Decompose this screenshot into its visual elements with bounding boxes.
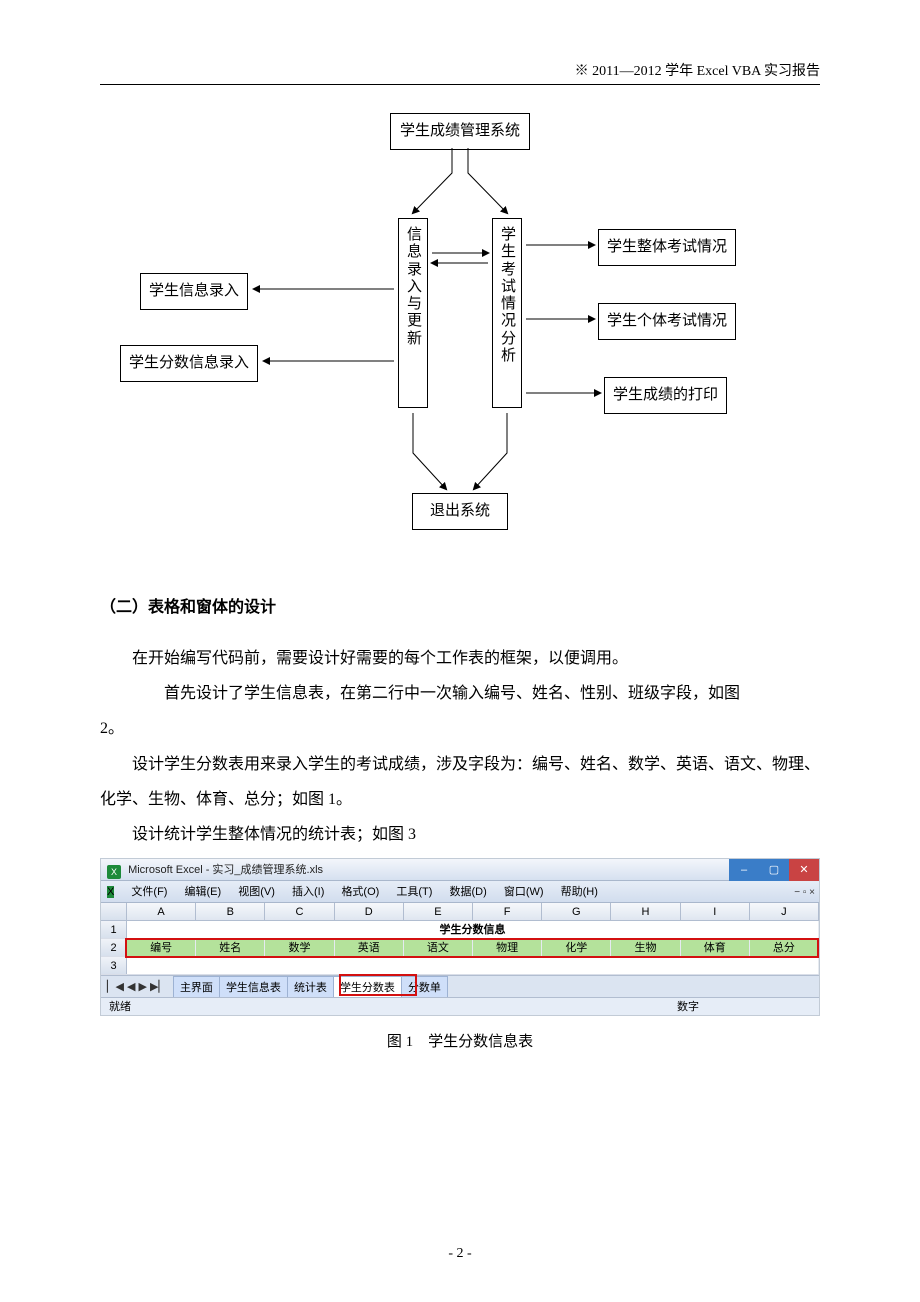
tab-main[interactable]: 主界面 — [173, 976, 220, 997]
row-header-3[interactable]: 3 — [101, 957, 127, 974]
status-numlock: 数字 — [677, 998, 699, 1016]
excel-icon: X — [107, 865, 121, 879]
col-H[interactable]: H — [611, 903, 680, 920]
cell-2I[interactable]: 体育 — [681, 939, 750, 956]
diagram-box-right-3: 学生成绩的打印 — [604, 377, 727, 414]
paragraph-1: 在开始编写代码前，需要设计好需要的每个工作表的框架，以便调用。 — [100, 641, 820, 676]
row-header-2[interactable]: 2 — [101, 939, 127, 956]
mdi-buttons[interactable]: − ▫ × — [794, 882, 815, 904]
diagram-box-left-1: 学生信息录入 — [140, 273, 248, 310]
col-A[interactable]: A — [127, 903, 196, 920]
cell-2A[interactable]: 编号 — [127, 939, 196, 956]
excel-sheet-body: 1 学生分数信息 2 编号 姓名 数学 英语 语文 物理 化学 生物 体育 总分… — [101, 921, 819, 975]
paragraph-2: 首先设计了学生信息表，在第二行中一次输入编号、姓名、性别、班级字段，如图2。 — [100, 676, 820, 746]
menu-tools[interactable]: 工具(T) — [396, 886, 432, 898]
sheet-tabs-bar: ▏◀ ◀ ▶ ▶▏ 主界面 学生信息表 统计表 学生分数表 分数单 — [101, 975, 819, 997]
tab-score-sheet[interactable]: 学生分数表 — [333, 976, 402, 997]
menu-view[interactable]: 视图(V) — [238, 886, 275, 898]
tab-stats[interactable]: 统计表 — [287, 976, 334, 997]
tab-score-list[interactable]: 分数单 — [401, 976, 448, 997]
diagram-box-right-2: 学生个体考试情况 — [598, 303, 736, 340]
body-text: 在开始编写代码前，需要设计好需要的每个工作表的框架，以便调用。 首先设计了学生信… — [100, 641, 820, 852]
cell-2C[interactable]: 数学 — [265, 939, 334, 956]
diagram-box-analysis: 学生考试情况分析 — [492, 218, 522, 408]
diagram-box-left-2: 学生分数信息录入 — [120, 345, 258, 382]
col-E[interactable]: E — [404, 903, 473, 920]
diagram-box-top: 学生成绩管理系统 — [390, 113, 530, 150]
col-I[interactable]: I — [681, 903, 750, 920]
cell-2D[interactable]: 英语 — [335, 939, 404, 956]
window-close-button[interactable]: ✕ — [789, 859, 819, 881]
paragraph-3: 设计学生分数表用来录入学生的考试成绩，涉及字段为：编号、姓名、数学、英语、语文、… — [100, 747, 820, 817]
cell-2E[interactable]: 语文 — [404, 939, 473, 956]
window-buttons: – ▢ ✕ — [729, 859, 819, 881]
header-rule — [100, 84, 820, 85]
tabs-nav[interactable]: ▏◀ ◀ ▶ ▶▏ — [101, 980, 173, 993]
excel-menubar: X 文件(F) 编辑(E) 视图(V) 插入(I) 格式(O) 工具(T) 数据… — [101, 881, 819, 903]
col-G[interactable]: G — [542, 903, 611, 920]
sheet-row-3[interactable]: 3 — [101, 957, 819, 975]
section-heading: （二）表格和窗体的设计 — [100, 593, 820, 617]
sheet-row-2[interactable]: 2 编号 姓名 数学 英语 语文 物理 化学 生物 体育 总分 — [101, 939, 819, 957]
document-page: ※ 2011—2012 学年 Excel VBA 实习报告 学生成绩管理系统 信… — [0, 0, 920, 1302]
row-header-1[interactable]: 1 — [101, 921, 127, 938]
doc-icon: X — [107, 886, 114, 898]
cell-2F[interactable]: 物理 — [473, 939, 542, 956]
corner-cell[interactable] — [101, 903, 127, 920]
diagram-box-bottom: 退出系统 — [412, 493, 508, 530]
window-min-button[interactable]: – — [729, 859, 759, 881]
status-ready: 就绪 — [109, 1001, 131, 1013]
menu-data[interactable]: 数据(D) — [450, 886, 487, 898]
flow-diagram: 学生成绩管理系统 信息录入与更新 学生考试情况分析 学生信息录入 学生分数信息录… — [100, 113, 820, 533]
sheet-title-cell[interactable]: 学生分数信息 — [127, 921, 819, 938]
col-F[interactable]: F — [473, 903, 542, 920]
cell-2B[interactable]: 姓名 — [196, 939, 265, 956]
col-J[interactable]: J — [750, 903, 819, 920]
diagram-box-info-entry: 信息录入与更新 — [398, 218, 428, 408]
excel-status-bar: 就绪 数字 — [101, 997, 819, 1015]
col-B[interactable]: B — [196, 903, 265, 920]
figure-caption: 图 1 学生分数信息表 — [100, 1030, 820, 1051]
page-number: - 2 - — [0, 1246, 920, 1262]
empty-row-3[interactable] — [127, 957, 819, 974]
sheet-row-1[interactable]: 1 学生分数信息 — [101, 921, 819, 939]
menu-file[interactable]: 文件(F) — [131, 886, 167, 898]
diagram-box-right-1: 学生整体考试情况 — [598, 229, 736, 266]
col-D[interactable]: D — [335, 903, 404, 920]
cell-2H[interactable]: 生物 — [611, 939, 680, 956]
excel-column-headers: A B C D E F G H I J — [101, 903, 819, 921]
menu-help[interactable]: 帮助(H) — [561, 886, 598, 898]
menu-window[interactable]: 窗口(W) — [504, 886, 544, 898]
excel-titlebar: X Microsoft Excel - 实习_成绩管理系统.xls – ▢ ✕ — [101, 859, 819, 881]
header-right: ※ 2011—2012 学年 Excel VBA 实习报告 — [100, 60, 820, 80]
tab-student-info[interactable]: 学生信息表 — [219, 976, 288, 997]
excel-title: Microsoft Excel - 实习_成绩管理系统.xls — [128, 864, 323, 876]
excel-screenshot: X Microsoft Excel - 实习_成绩管理系统.xls – ▢ ✕ … — [100, 858, 820, 1016]
col-C[interactable]: C — [265, 903, 334, 920]
menu-edit[interactable]: 编辑(E) — [185, 886, 222, 898]
paragraph-4: 设计统计学生整体情况的统计表；如图 3 — [100, 817, 820, 852]
window-max-button[interactable]: ▢ — [759, 859, 789, 881]
menu-insert[interactable]: 插入(I) — [292, 886, 324, 898]
menu-format[interactable]: 格式(O) — [341, 886, 379, 898]
cell-2J[interactable]: 总分 — [750, 939, 819, 956]
cell-2G[interactable]: 化学 — [542, 939, 611, 956]
